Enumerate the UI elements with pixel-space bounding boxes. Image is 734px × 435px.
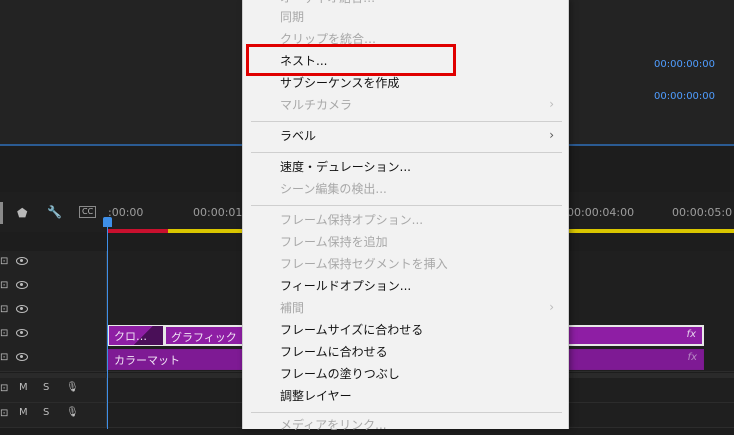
track-header: ⊡ <box>0 323 107 347</box>
mute-button[interactable]: M <box>19 407 28 418</box>
timecode-readout: 00:00:00:00 <box>654 59 716 70</box>
submenu-arrow-icon: › <box>549 97 554 111</box>
sync-lock-icon[interactable]: ⊡ <box>0 256 8 267</box>
ruler-label: 00:00:01 <box>193 206 243 219</box>
microphone-icon[interactable]: 🎙 <box>66 382 79 393</box>
submenu-arrow-icon: › <box>549 300 554 314</box>
menu-item-label: マルチカメラ <box>280 98 353 112</box>
wrench-icon[interactable]: 🔧 <box>47 205 62 219</box>
sync-lock-icon[interactable]: ⊡ <box>0 304 8 315</box>
sync-lock-icon[interactable]: ⊡ <box>0 280 8 291</box>
eye-icon[interactable] <box>16 353 28 361</box>
sync-lock-icon[interactable]: ⊡ <box>0 383 8 394</box>
menu-item-frame-hold-options[interactable]: フレーム保持オプション... <box>280 210 423 230</box>
submenu-arrow-icon: › <box>549 128 554 142</box>
highlight-annotation-box <box>246 44 456 76</box>
clip[interactable]: クロ… <box>108 325 164 346</box>
toolbar-edge <box>0 202 3 224</box>
mute-button[interactable]: M <box>19 382 28 393</box>
ruler-label: :00:00 <box>108 206 144 219</box>
clip-label: グラフィック <box>171 331 237 344</box>
eye-icon[interactable] <box>16 257 28 265</box>
playhead-line[interactable] <box>107 218 108 429</box>
sync-lock-icon[interactable]: ⊡ <box>0 328 8 339</box>
track-header: ⊡ <box>0 347 107 371</box>
eye-icon[interactable] <box>16 305 28 313</box>
render-bar <box>108 229 168 233</box>
menu-item-field-options[interactable]: フィールドオプション... <box>280 276 411 296</box>
fx-badge: fx <box>687 352 697 363</box>
solo-button[interactable]: S <box>43 407 49 418</box>
menu-item-set-to-frame-size[interactable]: フレームに合わせる <box>280 342 388 362</box>
menu-item-sync[interactable]: 同期 <box>280 7 304 27</box>
menu-item-label[interactable]: ラベル <box>280 126 316 146</box>
menu-item-add-frame-hold[interactable]: フレーム保持を追加 <box>280 232 388 252</box>
menu-item-adjustment-layer[interactable]: 調整レイヤー <box>280 386 352 406</box>
eye-icon[interactable] <box>16 329 28 337</box>
menu-item-insert-frame-hold-segment[interactable]: フレーム保持セグメントを挿入 <box>280 254 448 274</box>
sync-lock-icon[interactable]: ⊡ <box>0 352 8 363</box>
menu-item-frame-fill[interactable]: フレームの塗りつぶし <box>280 364 400 384</box>
fx-badge: fx <box>686 329 696 340</box>
menu-separator <box>251 152 562 153</box>
menu-item-speed-duration[interactable]: 速度・デュレーション... <box>280 157 411 177</box>
menu-separator <box>251 412 562 413</box>
menu-separator <box>251 121 562 122</box>
captions-icon[interactable]: CC <box>79 206 97 218</box>
menu-item-interpolation[interactable]: 補間 <box>280 298 304 318</box>
track-header: ⊡ M S 🎙 <box>0 378 107 402</box>
track-header: ⊡ <box>0 275 107 299</box>
marker-icon[interactable]: ⬟ <box>17 206 27 220</box>
track-header: ⊡ M S 🎙 <box>0 403 107 427</box>
menu-item-scene-detect[interactable]: シーン編集の検出... <box>280 179 387 199</box>
solo-button[interactable]: S <box>43 382 49 393</box>
menu-item-link-media[interactable]: メディアをリンク... <box>280 415 387 435</box>
track-header: ⊡ <box>0 251 107 275</box>
ruler-label: 00:00:05:0 <box>672 206 733 219</box>
ruler-label: 00:00:04:00 <box>567 206 635 219</box>
menu-item-scale-to-frame-size[interactable]: フレームサイズに合わせる <box>280 320 423 340</box>
timecode-readout: 00:00:00:00 <box>654 91 716 102</box>
menu-separator <box>251 205 562 206</box>
eye-icon[interactable] <box>16 281 28 289</box>
microphone-icon[interactable]: 🎙 <box>66 407 79 418</box>
menu-item-make-subsequence[interactable]: サブシーケンスを作成 <box>280 73 399 93</box>
clip-label: カラーマット <box>114 354 180 367</box>
sync-lock-icon[interactable]: ⊡ <box>0 408 8 419</box>
menu-item-multicamera[interactable]: マルチカメラ <box>280 95 555 115</box>
track-header: ⊡ <box>0 299 107 323</box>
